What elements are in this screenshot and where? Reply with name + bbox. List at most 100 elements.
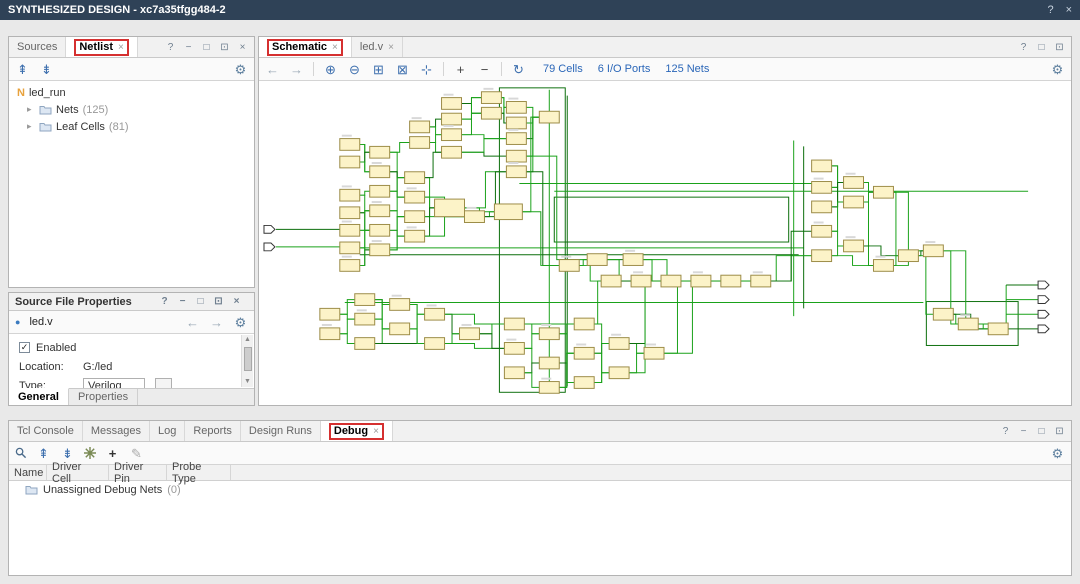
schematic-cell[interactable] bbox=[425, 308, 445, 320]
help-icon[interactable]: ? bbox=[1000, 426, 1011, 437]
io-ports-stat-link[interactable]: 6 I/O Ports bbox=[598, 63, 651, 75]
schematic-net[interactable] bbox=[484, 212, 494, 217]
schematic-cell[interactable] bbox=[898, 250, 918, 262]
schematic-net[interactable] bbox=[390, 142, 410, 152]
schematic-net[interactable] bbox=[360, 195, 370, 211]
schematic-cell[interactable] bbox=[405, 172, 425, 184]
schematic-net[interactable] bbox=[445, 344, 505, 349]
schematic-cell[interactable] bbox=[539, 111, 559, 123]
schematic-cell[interactable] bbox=[425, 338, 445, 350]
schematic-net[interactable] bbox=[462, 113, 482, 134]
tab-close-icon[interactable]: × bbox=[332, 42, 338, 53]
schematic-net[interactable] bbox=[340, 319, 355, 334]
schematic-net[interactable] bbox=[594, 344, 609, 383]
regenerate-icon[interactable]: ↻ bbox=[511, 63, 526, 76]
schematic-cell[interactable] bbox=[661, 275, 681, 287]
schematic-cell[interactable] bbox=[873, 260, 893, 272]
schematic-cell[interactable] bbox=[320, 308, 340, 320]
schematic-output-port[interactable] bbox=[1038, 296, 1049, 304]
zoom-fit-icon[interactable]: ⊞ bbox=[371, 63, 386, 76]
schematic-net[interactable] bbox=[524, 348, 539, 363]
schematic-cell[interactable] bbox=[933, 308, 953, 320]
minimize-icon[interactable]: − bbox=[183, 42, 194, 53]
schematic-net[interactable] bbox=[479, 334, 504, 349]
schematic-cell[interactable] bbox=[442, 98, 462, 110]
schematic-cell[interactable] bbox=[481, 92, 501, 104]
schematic-cell[interactable] bbox=[340, 189, 360, 201]
schematic-cell[interactable] bbox=[601, 275, 621, 287]
schematic-net[interactable] bbox=[501, 107, 506, 113]
settings-gear-icon[interactable]: ⚙ bbox=[233, 63, 248, 76]
schematic-net[interactable] bbox=[629, 344, 644, 354]
schematic-input-port[interactable] bbox=[264, 243, 275, 251]
schematic-cell[interactable] bbox=[405, 211, 425, 223]
schematic-net[interactable] bbox=[360, 211, 370, 231]
schematic-net[interactable] bbox=[340, 314, 355, 319]
maximize-icon[interactable]: □ bbox=[1036, 426, 1047, 437]
close-icon[interactable]: × bbox=[237, 42, 248, 53]
forward-icon[interactable]: → bbox=[209, 316, 224, 329]
help-icon[interactable]: ? bbox=[165, 42, 176, 53]
schematic-net[interactable] bbox=[410, 314, 425, 329]
schematic-net[interactable] bbox=[375, 304, 390, 319]
tab-close-icon[interactable]: × bbox=[118, 42, 124, 53]
tab-log[interactable]: Log bbox=[150, 421, 185, 441]
schematic-cell[interactable] bbox=[988, 323, 1008, 335]
zoom-full-icon[interactable]: ⊠ bbox=[395, 63, 410, 76]
schematic-net[interactable] bbox=[594, 324, 609, 344]
schematic-cell[interactable] bbox=[923, 245, 943, 257]
schematic-net[interactable] bbox=[410, 329, 425, 344]
schematic-net[interactable] bbox=[559, 334, 574, 354]
schematic-net[interactable] bbox=[832, 231, 844, 246]
schematic-cell[interactable] bbox=[812, 201, 832, 213]
maximize-icon[interactable]: □ bbox=[1036, 42, 1047, 53]
collapse-cone-icon[interactable]: − bbox=[477, 63, 492, 76]
zoom-out-icon[interactable]: ⊖ bbox=[347, 63, 362, 76]
tab-netlist[interactable]: Netlist × bbox=[66, 37, 137, 57]
schematic-net[interactable] bbox=[522, 117, 539, 212]
minimize-icon[interactable]: − bbox=[177, 296, 188, 307]
schematic-net[interactable] bbox=[464, 172, 506, 208]
back-icon[interactable]: ← bbox=[265, 63, 280, 76]
nets-stat-link[interactable]: 125 Nets bbox=[665, 63, 709, 75]
column-header-driver-pin[interactable]: Driver Pin bbox=[109, 465, 167, 480]
settings-gear-icon[interactable]: ⚙ bbox=[1050, 63, 1065, 76]
scrollbar-thumb[interactable] bbox=[244, 347, 252, 371]
schematic-net[interactable] bbox=[375, 329, 390, 344]
schematic-cell[interactable] bbox=[405, 191, 425, 203]
float-icon[interactable]: ⊡ bbox=[1054, 426, 1065, 437]
schematic-net[interactable] bbox=[893, 192, 898, 255]
schematic-cell[interactable] bbox=[506, 166, 526, 178]
schematic-cell[interactable] bbox=[340, 156, 360, 168]
schematic-net[interactable] bbox=[360, 191, 370, 195]
tab-properties[interactable]: Properties bbox=[69, 389, 138, 405]
schematic-cell[interactable] bbox=[812, 250, 832, 262]
tree-item-leaf-cells[interactable]: ▸ Leaf Cells (81) bbox=[9, 118, 254, 135]
schematic-cell[interactable] bbox=[506, 102, 526, 114]
tab-led-v[interactable]: led.v × bbox=[352, 37, 403, 57]
schematic-cell[interactable] bbox=[539, 328, 559, 340]
schematic-cell[interactable] bbox=[442, 113, 462, 125]
schematic-net[interactable] bbox=[430, 142, 442, 152]
schematic-net[interactable] bbox=[524, 363, 539, 373]
tree-item-led-run[interactable]: N led_run bbox=[9, 84, 254, 101]
schematic-net[interactable] bbox=[390, 178, 405, 192]
tab-reports[interactable]: Reports bbox=[185, 421, 241, 441]
zoom-in-icon[interactable]: ⊕ bbox=[323, 63, 338, 76]
schematic-cell[interactable] bbox=[370, 166, 390, 178]
schematic-net[interactable] bbox=[425, 208, 435, 236]
schematic-net[interactable] bbox=[430, 127, 442, 135]
schematic-net[interactable] bbox=[526, 107, 539, 117]
autofit-selection-icon[interactable]: ⊹ bbox=[419, 63, 434, 76]
schematic-cell[interactable] bbox=[494, 204, 522, 220]
schematic-net[interactable] bbox=[425, 152, 442, 177]
schematic-cell[interactable] bbox=[844, 196, 864, 208]
help-icon[interactable]: ? bbox=[1047, 4, 1053, 16]
schematic-cell[interactable] bbox=[504, 343, 524, 355]
scroll-up-icon[interactable]: ▲ bbox=[244, 335, 251, 345]
schematic-cell[interactable] bbox=[370, 185, 390, 197]
schematic-cell[interactable] bbox=[574, 377, 594, 389]
schematic-cell[interactable] bbox=[609, 338, 629, 350]
schematic-net[interactable] bbox=[340, 300, 355, 315]
schematic-cell[interactable] bbox=[623, 254, 643, 266]
